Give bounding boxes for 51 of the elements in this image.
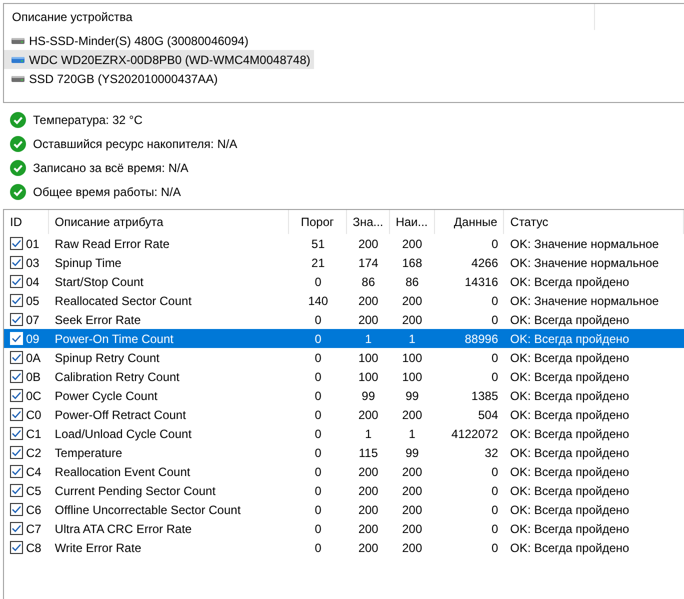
checkbox[interactable] <box>10 351 23 364</box>
drive-icon <box>11 36 25 44</box>
checkbox[interactable] <box>10 237 23 250</box>
health-status-text: Общее время работы: N/A <box>33 185 181 199</box>
device-item[interactable]: WDC WD20EZRX-00D8PB0 (WD-WMC4M0048748) <box>4 50 314 69</box>
table-row[interactable]: 09 Power-On Time Count 0 1 1 88996 OK: Всегда пройдено <box>4 329 684 348</box>
device-item[interactable]: HS-SSD-Minder(S) 480G (30080046094) <box>4 31 252 50</box>
column-header[interactable]: Зна... <box>346 210 390 234</box>
checkbox[interactable] <box>10 541 23 554</box>
column-header[interactable]: ID <box>4 210 49 234</box>
drive-icon <box>11 56 25 64</box>
table-row[interactable]: C4 Reallocation Event Count 0 200 200 0 OK: Всегда пройдено <box>4 462 684 481</box>
table-row[interactable]: 01 Raw Read Error Rate 51 200 200 0 OK: Значение нормальное <box>4 234 684 253</box>
table-row[interactable]: 05 Reallocated Sector Count 140 200 200 0 OK: Значение нормальное <box>4 291 684 310</box>
table-row[interactable]: C2 Temperature 0 115 99 32 OK: Всегда пройдено <box>4 443 684 462</box>
checkbox[interactable] <box>10 522 23 535</box>
table-row[interactable]: 03 Spinup Time 21 174 168 4266 OK: Значение нормальное <box>4 253 684 272</box>
checkbox[interactable] <box>10 484 23 497</box>
checkbox[interactable] <box>10 408 23 421</box>
table-row[interactable]: 07 Seek Error Rate 0 200 200 0 OK: Всегда пройдено <box>4 310 684 329</box>
checkbox[interactable] <box>10 275 23 288</box>
table-row[interactable]: C5 Current Pending Sector Count 0 200 200 0 OK: Всегда пройдено <box>4 481 684 500</box>
checkbox[interactable] <box>10 446 23 459</box>
checkbox[interactable] <box>10 427 23 440</box>
table-row[interactable]: 04 Start/Stop Count 0 86 86 14316 OK: Всегда пройдено <box>4 272 684 291</box>
column-header[interactable]: Порог <box>289 210 347 234</box>
table-row[interactable]: 0C Power Cycle Count 0 99 99 1385 OK: Всегда пройдено <box>4 386 684 405</box>
checkbox[interactable] <box>10 389 23 402</box>
device-item[interactable]: SSD 720GB (YS202010000437AA) <box>4 69 222 88</box>
table-row[interactable]: C7 Ultra ATA CRC Error Rate 0 200 200 0 OK: Всегда пройдено <box>4 519 684 538</box>
drive-icon <box>11 74 25 82</box>
table-row[interactable]: C1 Load/Unload Cycle Count 0 1 1 4122072 OK: Всегда пройдено <box>4 424 684 443</box>
column-header[interactable]: Наи... <box>390 210 435 234</box>
checkbox[interactable] <box>10 313 23 326</box>
checkbox[interactable] <box>10 256 23 269</box>
table-row[interactable]: 0B Calibration Retry Count 0 100 100 0 OK: Всегда пройдено <box>4 367 684 386</box>
column-header[interactable]: Описание атрибута <box>48 210 290 234</box>
column-header[interactable]: Данные <box>434 210 504 234</box>
health-status-text: Записано за всё время: N/A <box>33 161 188 175</box>
column-header[interactable]: Описание устройства <box>12 10 132 24</box>
table-row[interactable]: C0 Power-Off Retract Count 0 200 200 504 OK: Всегда пройдено <box>4 405 684 424</box>
checkbox[interactable] <box>10 294 23 307</box>
checkbox[interactable] <box>10 370 23 383</box>
health-status-text: Температура: 32 °C <box>33 113 142 127</box>
table-row[interactable]: C6 Offline Uncorrectable Sector Count 0 200 200 0 OK: Всегда пройдено <box>4 500 684 519</box>
checkbox[interactable] <box>10 465 23 478</box>
table-row[interactable]: C8 Write Error Rate 0 200 200 0 OK: Всегда пройдено <box>4 538 684 557</box>
column-header[interactable]: Статус <box>504 210 684 234</box>
health-status-text: Оставшийся ресурс накопителя: N/A <box>33 137 238 151</box>
checkbox[interactable] <box>10 503 23 516</box>
table-row[interactable]: 0A Spinup Retry Count 0 100 100 0 OK: Всегда пройдено <box>4 348 684 367</box>
